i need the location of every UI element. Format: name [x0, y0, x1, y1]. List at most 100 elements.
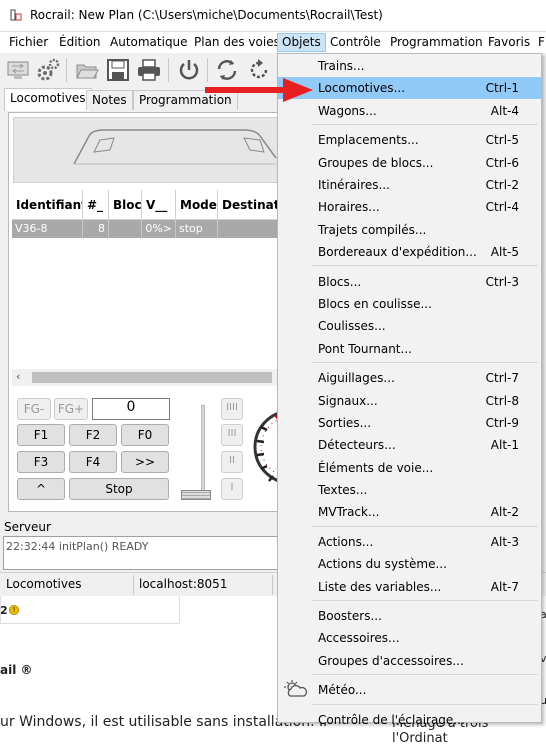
- menu-item-aiguillages[interactable]: Aiguillages... Ctrl-7: [278, 367, 541, 389]
- menu-item-blocs[interactable]: Blocs... Ctrl-3: [278, 271, 541, 293]
- menu-programmation[interactable]: Programmation: [390, 35, 483, 49]
- menu-item-label: MVTrack...: [318, 505, 380, 520]
- cell-bloc: [109, 220, 142, 238]
- menu-item-elements-de-voie[interactable]: Éléments de voie...: [278, 457, 541, 479]
- fg-minus-button[interactable]: FG-: [17, 398, 51, 420]
- menu-item-meteo[interactable]: Météo...: [278, 679, 541, 701]
- menu-plan-des-voies[interactable]: Plan des voies: [194, 35, 280, 49]
- fg-plus-button[interactable]: FG+: [54, 398, 88, 420]
- column-header-address[interactable]: #_: [83, 190, 109, 220]
- menu-item-groupes-d-accessoires[interactable]: Groupes d'accessoires...: [278, 650, 541, 672]
- speed-slider-track[interactable]: [201, 405, 205, 497]
- server-label: Serveur: [4, 520, 51, 534]
- menu-item-signaux[interactable]: Signaux... Ctrl-8: [278, 390, 541, 412]
- menu-item-horaires[interactable]: Horaires... Ctrl-4: [278, 196, 541, 218]
- print-icon[interactable]: [136, 57, 162, 83]
- scrollbar-thumb[interactable]: [32, 372, 272, 383]
- status-host: localhost:8051: [139, 577, 228, 591]
- menu-item-boosters[interactable]: Boosters...: [278, 605, 541, 627]
- menu-item-shortcut: Alt-4: [490, 103, 519, 118]
- menu-item-locomotives[interactable]: Locomotives... Ctrl-1: [278, 77, 541, 100]
- menu-item-label: Coulisses...: [318, 319, 386, 334]
- menu-item-actions-du-systeme[interactable]: Actions du système...: [278, 553, 541, 575]
- menu-item-label: Locomotives...: [318, 81, 406, 96]
- menu-edition[interactable]: Édition: [59, 35, 101, 49]
- menu-item-sorties[interactable]: Sorties... Ctrl-9: [278, 412, 541, 434]
- menu-item-itineraires[interactable]: Itinéraires... Ctrl-2: [278, 174, 541, 196]
- status-separator: [272, 575, 273, 595]
- menu-item-shortcut: Alt-2: [490, 505, 519, 520]
- menu-item-accessoires[interactable]: Accessoires...: [278, 627, 541, 649]
- speed-slider-handle[interactable]: [181, 490, 211, 500]
- column-header-mode[interactable]: Mode: [176, 190, 218, 220]
- speed-step-1-button[interactable]: I: [221, 478, 243, 500]
- cell-identifiant: V36-8: [12, 220, 83, 238]
- menu-item-coulisses[interactable]: Coulisses...: [278, 315, 541, 337]
- f2-button[interactable]: F2: [69, 424, 117, 446]
- speed-step-4-button[interactable]: IIII: [221, 398, 243, 420]
- tab-notes[interactable]: Notes: [86, 90, 133, 110]
- menu-item-wagons[interactable]: Wagons... Alt-4: [278, 100, 541, 122]
- menu-controle[interactable]: Contrôle: [330, 35, 381, 49]
- app-icon: [10, 9, 22, 21]
- column-header-vitesse[interactable]: V__: [142, 190, 176, 220]
- menu-item-label: Aiguillages...: [318, 371, 395, 386]
- menu-overflow[interactable]: F: [538, 35, 545, 49]
- menu-item-detecteurs[interactable]: Détecteurs... Alt-1: [278, 434, 541, 456]
- menu-automatique[interactable]: Automatique: [110, 35, 188, 49]
- f0-button[interactable]: F0: [121, 424, 169, 446]
- f4-button[interactable]: F4: [69, 451, 117, 473]
- menu-favoris[interactable]: Favoris: [488, 35, 530, 49]
- menu-item-label: Horaires...: [318, 200, 380, 215]
- menu-item-bordereaux-d-expedition[interactable]: Bordereaux d'expédition... Alt-5: [278, 241, 541, 263]
- menu-item-trains[interactable]: Trains...: [278, 55, 541, 77]
- locomotive-image: [13, 117, 287, 183]
- menu-item-mvtrack[interactable]: MVTrack... Alt-2: [278, 501, 541, 523]
- stop-button[interactable]: Stop: [69, 478, 169, 500]
- f1-button[interactable]: F1: [17, 424, 65, 446]
- menu-item-actions[interactable]: Actions... Alt-3: [278, 531, 541, 553]
- status-separator: [133, 575, 134, 595]
- next-functions-button[interactable]: >>: [121, 451, 169, 473]
- table-horizontal-scrollbar[interactable]: ‹: [12, 369, 288, 386]
- scroll-left-icon[interactable]: ‹: [16, 370, 20, 383]
- network-icon[interactable]: [5, 57, 31, 83]
- save-icon[interactable]: [105, 57, 131, 83]
- settings-gears-icon[interactable]: [35, 57, 61, 83]
- red-arrow-annotation: [205, 78, 313, 102]
- column-header-identifiant[interactable]: Identifiant: [12, 190, 83, 220]
- menu-item-label: Éléments de voie...: [318, 460, 434, 475]
- speed-step-2-button[interactable]: II: [221, 451, 243, 473]
- menu-item-label: Météo...: [318, 683, 367, 698]
- menu-item-label: Wagons...: [318, 103, 377, 118]
- table-row[interactable]: V36-8 8 0%> stop: [12, 220, 288, 238]
- background-box: [0, 596, 180, 624]
- menu-item-label: Pont Tournant...: [318, 341, 412, 356]
- menu-item-shortcut: Ctrl-7: [485, 371, 519, 386]
- speed-step-3-button[interactable]: III: [221, 424, 243, 446]
- menu-item-label: Blocs en coulisse...: [318, 296, 432, 311]
- cell-mode: stop: [176, 220, 218, 238]
- menu-item-label: Actions...: [318, 534, 374, 549]
- power-icon[interactable]: [176, 57, 202, 83]
- speed-field[interactable]: 0: [92, 398, 170, 420]
- menu-objets[interactable]: Objets: [277, 33, 326, 52]
- locomotive-outline-icon: [73, 129, 277, 165]
- f3-button[interactable]: F3: [17, 451, 65, 473]
- menu-item-trajets-compiles[interactable]: Trajets compilés...: [278, 219, 541, 241]
- menu-fichier[interactable]: Fichier: [9, 35, 48, 49]
- tab-locomotives[interactable]: Locomotives: [4, 88, 92, 111]
- background-line-2: ail ®: [0, 663, 33, 677]
- menu-item-blocs-en-coulisse[interactable]: Blocs en coulisse...: [278, 293, 541, 315]
- menu-item-label: Contrôle de l'éclairage...: [318, 712, 465, 727]
- menu-item-controle-de-l-eclairage[interactable]: Contrôle de l'éclairage...: [278, 709, 541, 731]
- menu-item-emplacements[interactable]: Emplacements... Ctrl-5: [278, 129, 541, 151]
- open-folder-icon[interactable]: [74, 57, 100, 83]
- menu-item-pont-tournant[interactable]: Pont Tournant...: [278, 338, 541, 360]
- menu-item-liste-des-variables[interactable]: Liste des variables... Alt-7: [278, 576, 541, 598]
- menu-item-label: Détecteurs...: [318, 438, 396, 453]
- direction-button[interactable]: ^: [17, 478, 65, 500]
- menu-item-textes[interactable]: Textes...: [278, 479, 541, 501]
- column-header-bloc[interactable]: Bloc: [109, 190, 142, 220]
- menu-item-groupes-de-blocs[interactable]: Groupes de blocs... Ctrl-6: [278, 152, 541, 174]
